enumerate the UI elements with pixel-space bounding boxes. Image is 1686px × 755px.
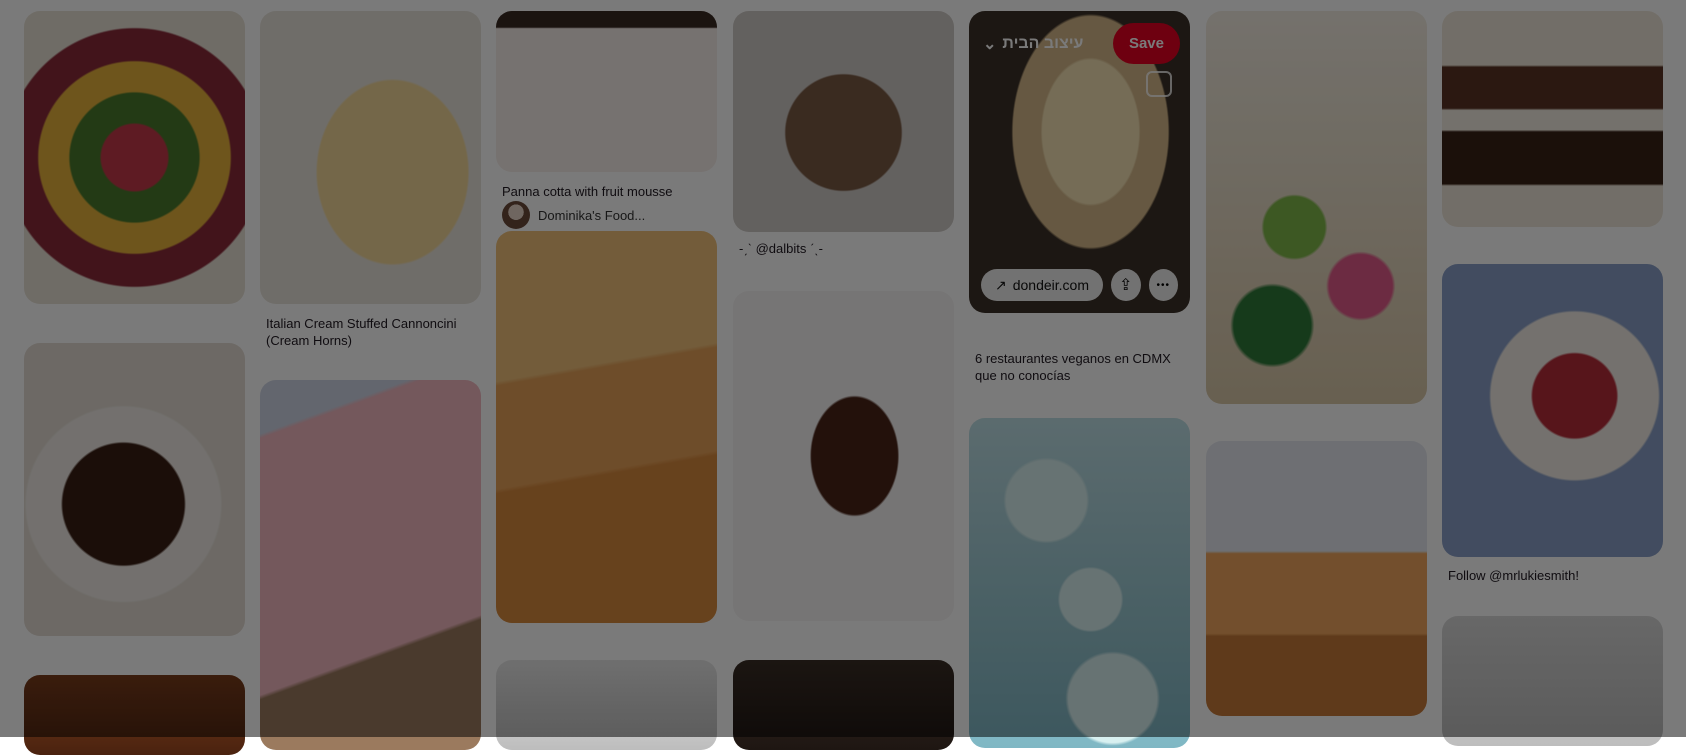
pin-image[interactable] <box>1442 11 1663 227</box>
pin-fruit-platter[interactable] <box>24 11 245 304</box>
pin-title[interactable]: Italian Cream Stuffed Cannoncini (Cream … <box>266 315 476 349</box>
pin-link[interactable]: ↗ dondeir.com <box>981 269 1104 301</box>
chevron-down-icon: ⌄ <box>983 35 997 53</box>
author-name[interactable]: Dominika's Food... <box>538 208 645 223</box>
board-selector[interactable]: ⌄ עיצוב הבית <box>983 34 1083 54</box>
visual-search-icon[interactable] <box>1146 71 1172 97</box>
pin-chocolate-cake-square[interactable] <box>1442 11 1663 227</box>
pin-image[interactable] <box>24 675 245 755</box>
pin-image[interactable] <box>260 11 481 304</box>
pin-grid: Italian Cream Stuffed Cannoncini (Cream … <box>0 0 1686 755</box>
share-button[interactable]: ⇪ <box>1111 269 1141 301</box>
pin-image[interactable] <box>496 11 717 172</box>
pin-chocolate-waffles[interactable] <box>24 343 245 636</box>
pin-image[interactable] <box>1206 441 1427 716</box>
more-options-icon: ••• <box>1156 279 1170 291</box>
pin-image[interactable] <box>260 380 481 750</box>
pin-image[interactable] <box>969 418 1190 748</box>
pin-caption[interactable]: Follow @mrlukiesmith! <box>1448 567 1658 584</box>
share-icon: ⇪ <box>1119 277 1133 294</box>
more-options-button[interactable]: ••• <box>1148 269 1178 301</box>
arrow-up-right-icon: ↗ <box>995 276 1007 293</box>
author-avatar[interactable] <box>502 201 530 229</box>
pin-image[interactable] <box>496 231 717 623</box>
pin-author[interactable]: Dominika's Food... <box>502 201 645 229</box>
pin-hover-top: ⌄ עיצוב הבית Save <box>983 23 1180 64</box>
pin-mini-desserts[interactable] <box>1442 616 1663 746</box>
pin-image[interactable] <box>733 291 954 621</box>
pin-snowflake-cupcakes[interactable] <box>969 418 1190 748</box>
pin-hover-bottom: ↗ dondeir.com ⇪ ••• <box>981 269 1178 301</box>
pin-strawberry-roll[interactable] <box>260 380 481 750</box>
pin-image[interactable] <box>1442 616 1663 746</box>
pin-image[interactable] <box>1442 264 1663 557</box>
pin-image[interactable] <box>24 11 245 304</box>
pin-caption[interactable]: -ˏˋ @dalbits ˊˎ- <box>739 240 949 257</box>
pin-image[interactable]: ⌄ עיצוב הבית Save ↗ dondeir.com ⇪ ••• <box>969 11 1190 313</box>
pin-image[interactable] <box>24 343 245 636</box>
pin-leather-chair[interactable] <box>24 675 245 755</box>
pin-image[interactable] <box>733 11 954 232</box>
save-button[interactable]: Save <box>1112 23 1180 64</box>
pin-desert-atv[interactable] <box>1206 441 1427 716</box>
pin-chocolate-crepe[interactable] <box>733 291 954 621</box>
pin-title[interactable]: 6 restaurantes veganos en CDMX que no co… <box>975 350 1180 384</box>
pin-donuts[interactable] <box>1206 11 1427 404</box>
link-domain: dondeir.com <box>1012 277 1090 293</box>
pin-desert-camels[interactable] <box>496 231 717 623</box>
board-name: עיצוב הבית <box>1002 34 1084 52</box>
pin-title[interactable]: Panna cotta with fruit mousse <box>502 183 712 200</box>
pin-image[interactable] <box>1206 11 1427 404</box>
